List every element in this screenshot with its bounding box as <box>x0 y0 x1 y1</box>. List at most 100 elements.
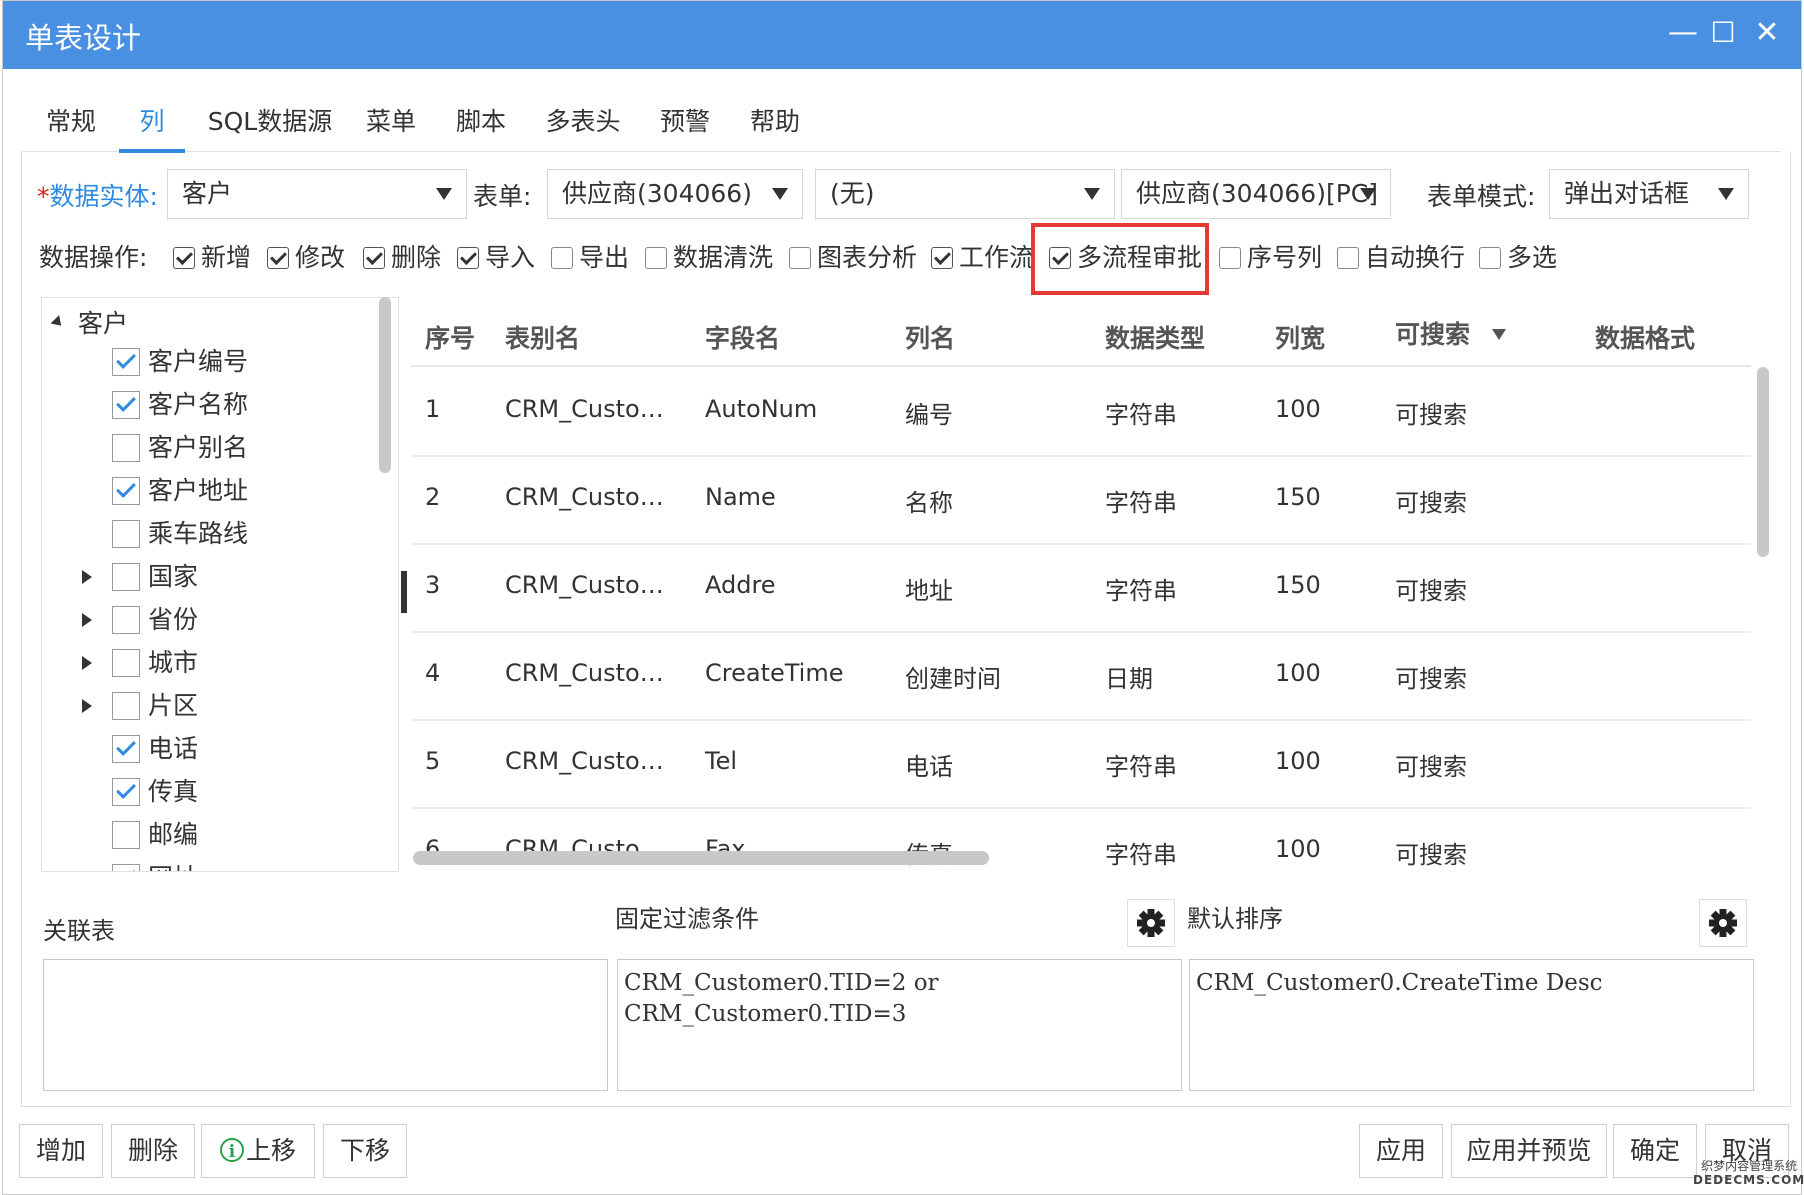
cell-table-alias: CRM_Custo… <box>505 659 664 687</box>
form-variant-select[interactable]: (无) <box>815 169 1115 219</box>
op-data-cleansing[interactable]: 数据清洗 <box>645 233 773 283</box>
apply-preview-button[interactable]: 应用并预览 <box>1451 1124 1607 1178</box>
cell-table-alias: CRM_Custo… <box>505 395 664 423</box>
tree-item[interactable]: 客户编号 <box>112 342 248 382</box>
related-table-textarea[interactable] <box>43 959 608 1091</box>
tree-checkbox[interactable] <box>112 864 140 871</box>
fixed-filter-textarea[interactable]: CRM_Customer0.TID=2 or CRM_Customer0.TID… <box>617 959 1182 1091</box>
tree-checkbox[interactable] <box>112 520 140 548</box>
tree-item[interactable]: 网址 <box>112 858 198 871</box>
tree-checkbox[interactable] <box>112 692 140 720</box>
add-button[interactable]: 增加 <box>19 1124 103 1178</box>
entity-select[interactable]: 客户 <box>167 169 467 219</box>
tree-item[interactable]: 邮编 <box>112 815 198 855</box>
op-add[interactable]: 新增 <box>173 233 251 283</box>
apply-button[interactable]: 应用 <box>1359 1124 1443 1178</box>
table-row[interactable]: 3 CRM_Custo… Addre 地址 字符串 150 可搜索 <box>411 543 1751 633</box>
table-row[interactable]: 1 CRM_Custo… AutoNum 编号 字符串 100 可搜索 <box>411 367 1751 457</box>
tree-checkbox[interactable] <box>112 391 140 419</box>
tab-sql-datasource[interactable]: SQL数据源 <box>205 99 335 149</box>
tab-multi-header[interactable]: 多表头 <box>543 99 623 149</box>
op-workflow[interactable]: 工作流 <box>931 233 1034 283</box>
tree-item[interactable]: 片区 <box>82 686 198 726</box>
op-import[interactable]: 导入 <box>457 233 535 283</box>
tab-help[interactable]: 帮助 <box>747 99 803 149</box>
tree-checkbox[interactable] <box>112 821 140 849</box>
tree-item[interactable]: 乘车路线 <box>112 514 248 554</box>
tree-checkbox[interactable] <box>112 649 140 677</box>
op-multi-select[interactable]: 多选 <box>1479 233 1557 283</box>
expand-icon[interactable] <box>82 656 92 670</box>
op-row-number[interactable]: 序号列 <box>1219 233 1322 283</box>
tree-checkbox[interactable] <box>112 778 140 806</box>
tree-checkbox[interactable] <box>112 477 140 505</box>
maximize-icon[interactable]: ☐ <box>1703 13 1743 53</box>
checkbox-icon <box>1337 247 1359 269</box>
tab-script[interactable]: 脚本 <box>453 99 509 149</box>
header-table-alias[interactable]: 表别名 <box>505 319 580 355</box>
cell-width: 100 <box>1275 395 1321 423</box>
header-field-name[interactable]: 字段名 <box>705 319 780 355</box>
minimize-icon[interactable]: — <box>1663 13 1703 53</box>
grid-horizontal-scrollbar[interactable] <box>413 851 989 865</box>
tree-checkbox[interactable] <box>112 348 140 376</box>
grid-header: 序号 表别名 字段名 列名 数据类型 列宽 可搜索 数据格式 <box>411 299 1751 367</box>
filter-dropdown-icon[interactable] <box>1492 329 1507 340</box>
expand-icon[interactable] <box>82 613 92 627</box>
header-data-type[interactable]: 数据类型 <box>1105 319 1205 355</box>
tree-checkbox[interactable] <box>112 563 140 591</box>
tree-item[interactable]: 客户名称 <box>112 385 248 425</box>
tree-item[interactable]: 国家 <box>82 557 198 597</box>
header-index[interactable]: 序号 <box>425 319 475 355</box>
move-down-button[interactable]: 下移 <box>323 1124 407 1178</box>
tab-alert[interactable]: 预警 <box>657 99 713 149</box>
expand-icon[interactable] <box>82 699 92 713</box>
cell-searchable: 可搜索 <box>1395 753 1467 781</box>
op-edit[interactable]: 修改 <box>267 233 345 283</box>
cell-index: 1 <box>425 395 441 423</box>
tree-item[interactable]: 电话 <box>112 729 198 769</box>
tab-columns[interactable]: 列 <box>119 99 185 153</box>
tree-item[interactable]: 客户地址 <box>112 471 248 511</box>
tab-general[interactable]: 常规 <box>43 99 99 149</box>
tree-root[interactable]: 客户 <box>48 304 128 344</box>
tree-item[interactable]: 传真 <box>112 772 198 812</box>
table-row[interactable]: 2 CRM_Custo… Name 名称 字符串 150 可搜索 <box>411 455 1751 545</box>
default-sort-textarea[interactable]: CRM_Customer0.CreateTime Desc <box>1189 959 1754 1091</box>
mode-select[interactable]: 弹出对话框 <box>1549 169 1749 219</box>
tree-item[interactable]: 客户别名 <box>112 428 248 468</box>
tree-checkbox[interactable] <box>112 434 140 462</box>
ok-button[interactable]: 确定 <box>1613 1124 1697 1178</box>
splitter-handle[interactable] <box>401 571 407 613</box>
delete-button[interactable]: 删除 <box>111 1124 195 1178</box>
cell-data-type: 字符串 <box>1105 753 1177 781</box>
tree-item[interactable]: 省份 <box>82 600 198 640</box>
tab-menu[interactable]: 菜单 <box>363 99 419 149</box>
tree-item[interactable]: 城市 <box>82 643 198 683</box>
cell-field-name: Addre <box>705 571 776 599</box>
tree-checkbox[interactable] <box>112 735 140 763</box>
form-platform-select[interactable]: 供应商(304066)[PC] <box>1121 169 1391 219</box>
sort-gear-icon[interactable] <box>1699 899 1747 947</box>
expand-icon[interactable] <box>50 315 66 330</box>
filter-gear-icon[interactable] <box>1127 899 1175 947</box>
tree-checkbox[interactable] <box>112 606 140 634</box>
op-auto-wrap[interactable]: 自动换行 <box>1337 233 1465 283</box>
close-icon[interactable]: ✕ <box>1747 13 1787 53</box>
grid-vertical-scrollbar[interactable] <box>1757 367 1769 557</box>
form-select[interactable]: 供应商(304066) <box>547 169 803 219</box>
op-chart-analysis[interactable]: 图表分析 <box>789 233 917 283</box>
title-bar[interactable]: 单表设计 — ☐ ✕ <box>3 1 1801 69</box>
table-row[interactable]: 5 CRM_Custo… Tel 电话 字符串 100 可搜索 <box>411 719 1751 809</box>
expand-icon[interactable] <box>82 570 92 584</box>
table-row[interactable]: 4 CRM_Custo… CreateTime 创建时间 日期 100 可搜索 <box>411 631 1751 721</box>
header-column-name[interactable]: 列名 <box>905 319 955 355</box>
op-export[interactable]: 导出 <box>551 233 629 283</box>
move-up-button[interactable]: i 上移 <box>201 1124 315 1178</box>
op-delete[interactable]: 删除 <box>363 233 441 283</box>
header-width[interactable]: 列宽 <box>1275 319 1325 355</box>
header-searchable[interactable]: 可搜索 <box>1395 315 1507 351</box>
header-data-format[interactable]: 数据格式 <box>1595 319 1695 355</box>
tree-scrollbar[interactable] <box>379 297 391 473</box>
chevron-down-icon <box>1718 188 1734 200</box>
